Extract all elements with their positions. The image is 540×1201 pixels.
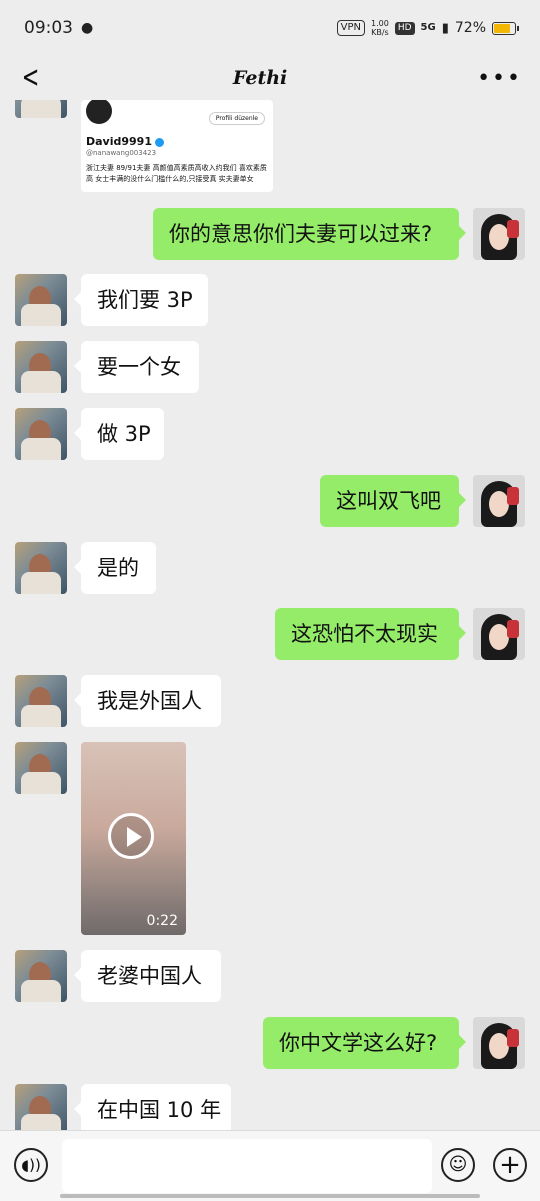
verified-icon xyxy=(154,137,164,147)
wechat-notification-icon: ● xyxy=(81,20,94,36)
contact-avatar[interactable] xyxy=(15,100,67,118)
video-duration: 0:22 xyxy=(146,913,178,929)
contact-avatar[interactable] xyxy=(15,341,67,393)
video-message[interactable]: 0:22 xyxy=(81,742,186,935)
home-indicator xyxy=(60,1194,480,1198)
profile-username: David9991 xyxy=(86,135,164,148)
network-speed: 1.00 KB/s xyxy=(371,19,389,37)
message-bubble-out[interactable]: 这叫双飞吧 xyxy=(320,475,466,527)
emoji-icon[interactable]: ☺ xyxy=(441,1148,475,1182)
network-speed-unit: KB/s xyxy=(371,28,389,37)
edit-profile-button: Profili düzenle xyxy=(208,112,265,125)
play-icon[interactable] xyxy=(108,813,154,859)
message-bubble-in[interactable]: 要一个女 xyxy=(74,341,199,393)
battery-icon xyxy=(492,21,519,35)
message-bubble-in[interactable]: 老婆中国人 xyxy=(74,950,221,1002)
hd-badge: HD xyxy=(394,21,415,35)
status-time: 09:03 xyxy=(24,18,73,38)
network-speed-value: 1.00 xyxy=(371,19,389,28)
contact-avatar[interactable] xyxy=(15,742,67,794)
my-avatar[interactable] xyxy=(473,1017,525,1069)
network-type: 5G xyxy=(420,22,436,33)
contact-avatar[interactable] xyxy=(15,950,67,1002)
more-icon[interactable]: ••• xyxy=(477,66,522,91)
contact-avatar[interactable] xyxy=(15,408,67,460)
plus-icon[interactable]: + xyxy=(493,1148,527,1182)
input-bar: ◖)) ☺ + xyxy=(0,1130,540,1201)
my-avatar[interactable] xyxy=(473,208,525,260)
contact-avatar[interactable] xyxy=(15,274,67,326)
message-input[interactable] xyxy=(62,1139,432,1193)
message-list[interactable]: Profili düzenle David9991 @nanawang00342… xyxy=(0,100,540,1130)
contact-avatar[interactable] xyxy=(15,1084,67,1130)
message-bubble-in[interactable]: 做 3P xyxy=(74,408,164,460)
message-bubble-in[interactable]: 我们要 3P xyxy=(74,274,208,326)
contact-avatar[interactable] xyxy=(15,542,67,594)
message-bubble-in[interactable]: 我是外国人 xyxy=(74,675,221,727)
profile-handle: @nanawang003423 xyxy=(86,149,157,157)
chat-title: Fethi xyxy=(232,67,288,89)
battery-percent: 72% xyxy=(454,20,486,36)
message-bubble-out[interactable]: 你的意思你们夫妻可以过来? xyxy=(153,208,466,260)
back-chevron-icon[interactable]: < xyxy=(22,63,40,93)
my-avatar[interactable] xyxy=(473,475,525,527)
profile-username-text: David9991 xyxy=(86,135,152,148)
message-bubble-out[interactable]: 你中文学这么好? xyxy=(263,1017,466,1069)
message-bubble-in[interactable]: 是的 xyxy=(74,542,156,594)
battery-fill xyxy=(494,23,510,33)
voice-icon[interactable]: ◖)) xyxy=(14,1148,48,1182)
my-avatar[interactable] xyxy=(473,608,525,660)
chat-header: < Fethi ••• xyxy=(0,56,540,100)
signal-icon: ▮ xyxy=(441,20,449,36)
status-bar: 09:03 ● VPN 1.00 KB/s HD 5G ▮ 72% xyxy=(0,0,540,56)
contact-avatar[interactable] xyxy=(15,675,67,727)
vpn-badge: VPN xyxy=(336,20,366,36)
shared-profile-image[interactable]: Profili düzenle David9991 @nanawang00342… xyxy=(81,100,273,192)
profile-bio: 浙江夫妻 89/91夫妻 高颜值高素质高收入约我们 喜欢素质高 女士丰满的没什么… xyxy=(86,164,267,183)
message-bubble-out[interactable]: 这恐怕不太现实 xyxy=(275,608,466,660)
message-bubble-in[interactable]: 在中国 10 年 xyxy=(74,1084,231,1130)
profile-avatar xyxy=(86,100,112,124)
